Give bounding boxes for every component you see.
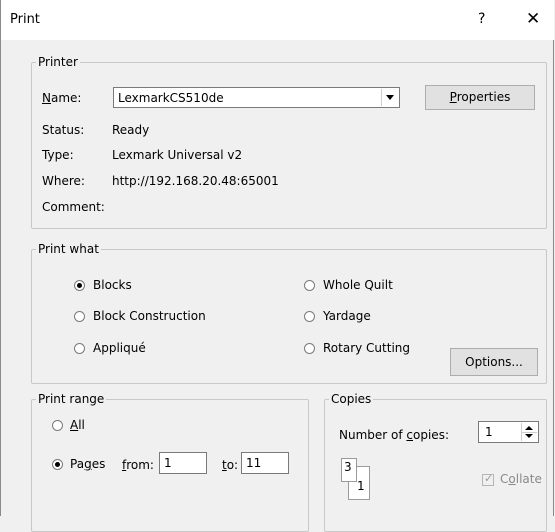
number-of-copies-label: Number of copies: bbox=[339, 428, 449, 442]
copies-value: 1 bbox=[485, 425, 493, 439]
label-rotary-cutting: Rotary Cutting bbox=[323, 341, 410, 355]
to-label: to: bbox=[222, 458, 239, 472]
comment-label: Comment: bbox=[42, 200, 105, 214]
collate-back-page-number: 1 bbox=[357, 479, 365, 493]
help-button[interactable]: ? bbox=[478, 11, 485, 27]
properties-button[interactable]: Properties bbox=[425, 85, 535, 110]
label-pages: Pages bbox=[70, 457, 106, 471]
print-what-group-label: Print what bbox=[38, 242, 99, 256]
copies-group: Copies bbox=[324, 392, 547, 532]
radio-applique[interactable] bbox=[74, 343, 85, 354]
window-title: Print bbox=[10, 12, 40, 27]
copies-spinner[interactable]: 1 bbox=[478, 421, 539, 443]
spinner-arrows-icon[interactable] bbox=[521, 423, 537, 441]
from-input[interactable]: 1 bbox=[159, 452, 207, 474]
collate-label: Collate bbox=[500, 472, 542, 486]
label-block-construction: Block Construction bbox=[93, 309, 206, 323]
where-value: http://192.168.20.48:65001 bbox=[112, 174, 279, 188]
label-blocks: Blocks bbox=[93, 278, 132, 292]
radio-pages[interactable] bbox=[52, 459, 63, 470]
collate-front-page-number: 3 bbox=[344, 460, 352, 474]
to-value: 11 bbox=[246, 456, 262, 470]
title-bar: Print ? ✕ bbox=[1, 0, 554, 40]
label-yardage: Yardage bbox=[323, 309, 371, 323]
chevron-down-icon[interactable] bbox=[381, 89, 398, 106]
printer-name-label: Name: bbox=[42, 91, 82, 105]
close-icon[interactable]: ✕ bbox=[526, 9, 540, 29]
radio-whole-quilt[interactable] bbox=[304, 280, 315, 291]
status-label: Status: bbox=[42, 123, 85, 137]
collate-checkbox[interactable] bbox=[482, 472, 494, 486]
radio-rotary-cutting[interactable] bbox=[304, 343, 315, 354]
print-dialog: Print ? ✕ Printer Name: LexmarkCS510de P… bbox=[0, 0, 554, 532]
collate-front-page-icon: 3 bbox=[341, 458, 357, 482]
from-value: 1 bbox=[164, 456, 172, 470]
copies-group-label: Copies bbox=[331, 392, 372, 406]
type-label: Type: bbox=[42, 148, 74, 162]
status-value: Ready bbox=[112, 123, 150, 137]
printer-group-label: Printer bbox=[38, 55, 78, 69]
printer-name-value: LexmarkCS510de bbox=[118, 91, 224, 105]
label-applique: Appliqué bbox=[93, 341, 146, 355]
radio-yardage[interactable] bbox=[304, 311, 315, 322]
label-all: All bbox=[70, 418, 85, 432]
radio-block-construction[interactable] bbox=[74, 311, 85, 322]
to-input[interactable]: 11 bbox=[241, 452, 289, 474]
type-value: Lexmark Universal v2 bbox=[112, 148, 243, 162]
options-button[interactable]: Options... bbox=[450, 348, 538, 376]
printer-name-combobox[interactable]: LexmarkCS510de bbox=[113, 87, 400, 108]
from-label: from: bbox=[122, 458, 154, 472]
radio-all[interactable] bbox=[52, 420, 63, 431]
printer-group: Printer bbox=[31, 55, 547, 229]
where-label: Where: bbox=[42, 174, 85, 188]
radio-blocks[interactable] bbox=[74, 280, 85, 291]
label-whole-quilt: Whole Quilt bbox=[323, 278, 393, 292]
print-range-group-label: Print range bbox=[38, 392, 105, 406]
